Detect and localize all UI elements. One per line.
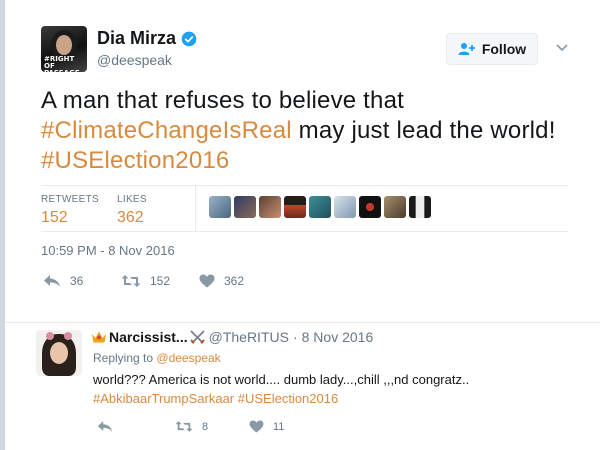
author-avatar[interactable]: #RIGHT OF PASSAGE [41, 26, 87, 72]
avatar-filter-ear [46, 332, 54, 340]
liker-avatar[interactable] [334, 196, 356, 218]
tweet-stats: RETWEETS 152 LIKES 362 [41, 185, 568, 232]
avatar-overlay-text: #RIGHT OF PASSAGE [44, 55, 80, 73]
add-user-icon [458, 43, 475, 55]
author-name-row: Dia Mirza [97, 28, 197, 49]
liker-avatar[interactable] [309, 196, 331, 218]
replying-to: Replying to @deespeak [93, 351, 221, 365]
reply-text: world??? America is not world.... dumb l… [93, 372, 470, 387]
retweets-stat-count: 152 [41, 209, 68, 226]
reply-button[interactable] [97, 420, 175, 433]
heart-icon [249, 420, 264, 433]
replying-to-mention[interactable]: @deespeak [156, 351, 220, 365]
reply-separator: · [292, 329, 298, 345]
reply-icon [97, 421, 113, 432]
reply-actions: 8 11 [97, 420, 284, 433]
heart-icon [199, 274, 215, 288]
hashtag-link[interactable]: #ClimateChangeIsReal [41, 117, 292, 144]
tweet-actions: 36 152 362 [43, 274, 244, 288]
like-button[interactable]: 11 [249, 420, 284, 433]
chevron-down-icon[interactable] [556, 41, 568, 53]
retweet-button[interactable]: 152 [121, 274, 199, 288]
retweet-icon [121, 275, 141, 287]
reply-header: Narcissist... @TheRITUS · 8 Nov 2016 [91, 329, 373, 345]
tweet-detail-card: #RIGHT OF PASSAGE Dia Mirza @deespeak Fo… [5, 0, 600, 450]
retweets-stat-label: RETWEETS [41, 194, 99, 205]
reply-button[interactable]: 36 [43, 274, 121, 288]
verified-badge-icon [181, 31, 197, 46]
reply-hashtags[interactable]: #AbkibaarTrumpSarkaar #USElection2016 [93, 391, 338, 406]
reply-date[interactable]: 8 Nov 2016 [302, 329, 374, 345]
reply-author-handle[interactable]: @TheRITUS [209, 329, 289, 345]
reply-author-avatar[interactable] [36, 330, 82, 376]
likes-stat-label: LIKES [117, 194, 147, 205]
like-count: 11 [273, 420, 285, 433]
avatar-filter-ear [64, 332, 72, 340]
reply-count: 36 [70, 274, 84, 288]
liker-avatar[interactable] [359, 196, 381, 218]
tweet-text-part: may just lead the world! [291, 117, 556, 144]
replying-to-label: Replying to [93, 351, 154, 365]
tweet-text-part: A man that refuses to believe that [41, 87, 405, 114]
crown-icon [92, 331, 106, 343]
reply-tweet[interactable]: Narcissist... @TheRITUS · 8 Nov 2016 Rep… [5, 323, 600, 450]
follow-button[interactable]: Follow [446, 33, 538, 65]
author-handle[interactable]: @deespeak [97, 52, 172, 68]
likes-stat[interactable]: LIKES 362 [117, 194, 147, 227]
liker-avatar[interactable] [259, 196, 281, 218]
retweet-count: 8 [202, 420, 209, 433]
avatar-face [50, 342, 68, 364]
tweet-timestamp[interactable]: 10:59 PM - 8 Nov 2016 [41, 243, 175, 258]
author-display-name[interactable]: Dia Mirza [97, 28, 176, 49]
tweet-text: A man that refuses to believe that #Clim… [41, 86, 561, 176]
avatar-face [56, 35, 72, 55]
retweet-count: 152 [150, 274, 171, 288]
retweets-stat[interactable]: RETWEETS 152 [41, 194, 99, 227]
like-button[interactable]: 362 [199, 274, 244, 288]
crossed-swords-icon [189, 330, 205, 344]
reply-icon [44, 275, 60, 287]
follow-button-label: Follow [481, 41, 527, 57]
liker-avatars [209, 196, 434, 218]
liker-avatar[interactable] [384, 196, 406, 218]
liker-avatar[interactable] [234, 196, 256, 218]
likes-stat-count: 362 [117, 209, 144, 226]
retweet-icon [175, 421, 193, 432]
hashtag-link[interactable]: #USElection2016 [41, 147, 229, 174]
like-count: 362 [224, 274, 245, 288]
liker-avatar[interactable] [209, 196, 231, 218]
reply-author-name[interactable]: Narcissist... [109, 329, 188, 345]
stats-divider [195, 186, 196, 231]
main-tweet: #RIGHT OF PASSAGE Dia Mirza @deespeak Fo… [5, 0, 600, 323]
liker-avatar[interactable] [284, 196, 306, 218]
retweet-button[interactable]: 8 [175, 420, 249, 433]
liker-avatar[interactable] [409, 196, 431, 218]
